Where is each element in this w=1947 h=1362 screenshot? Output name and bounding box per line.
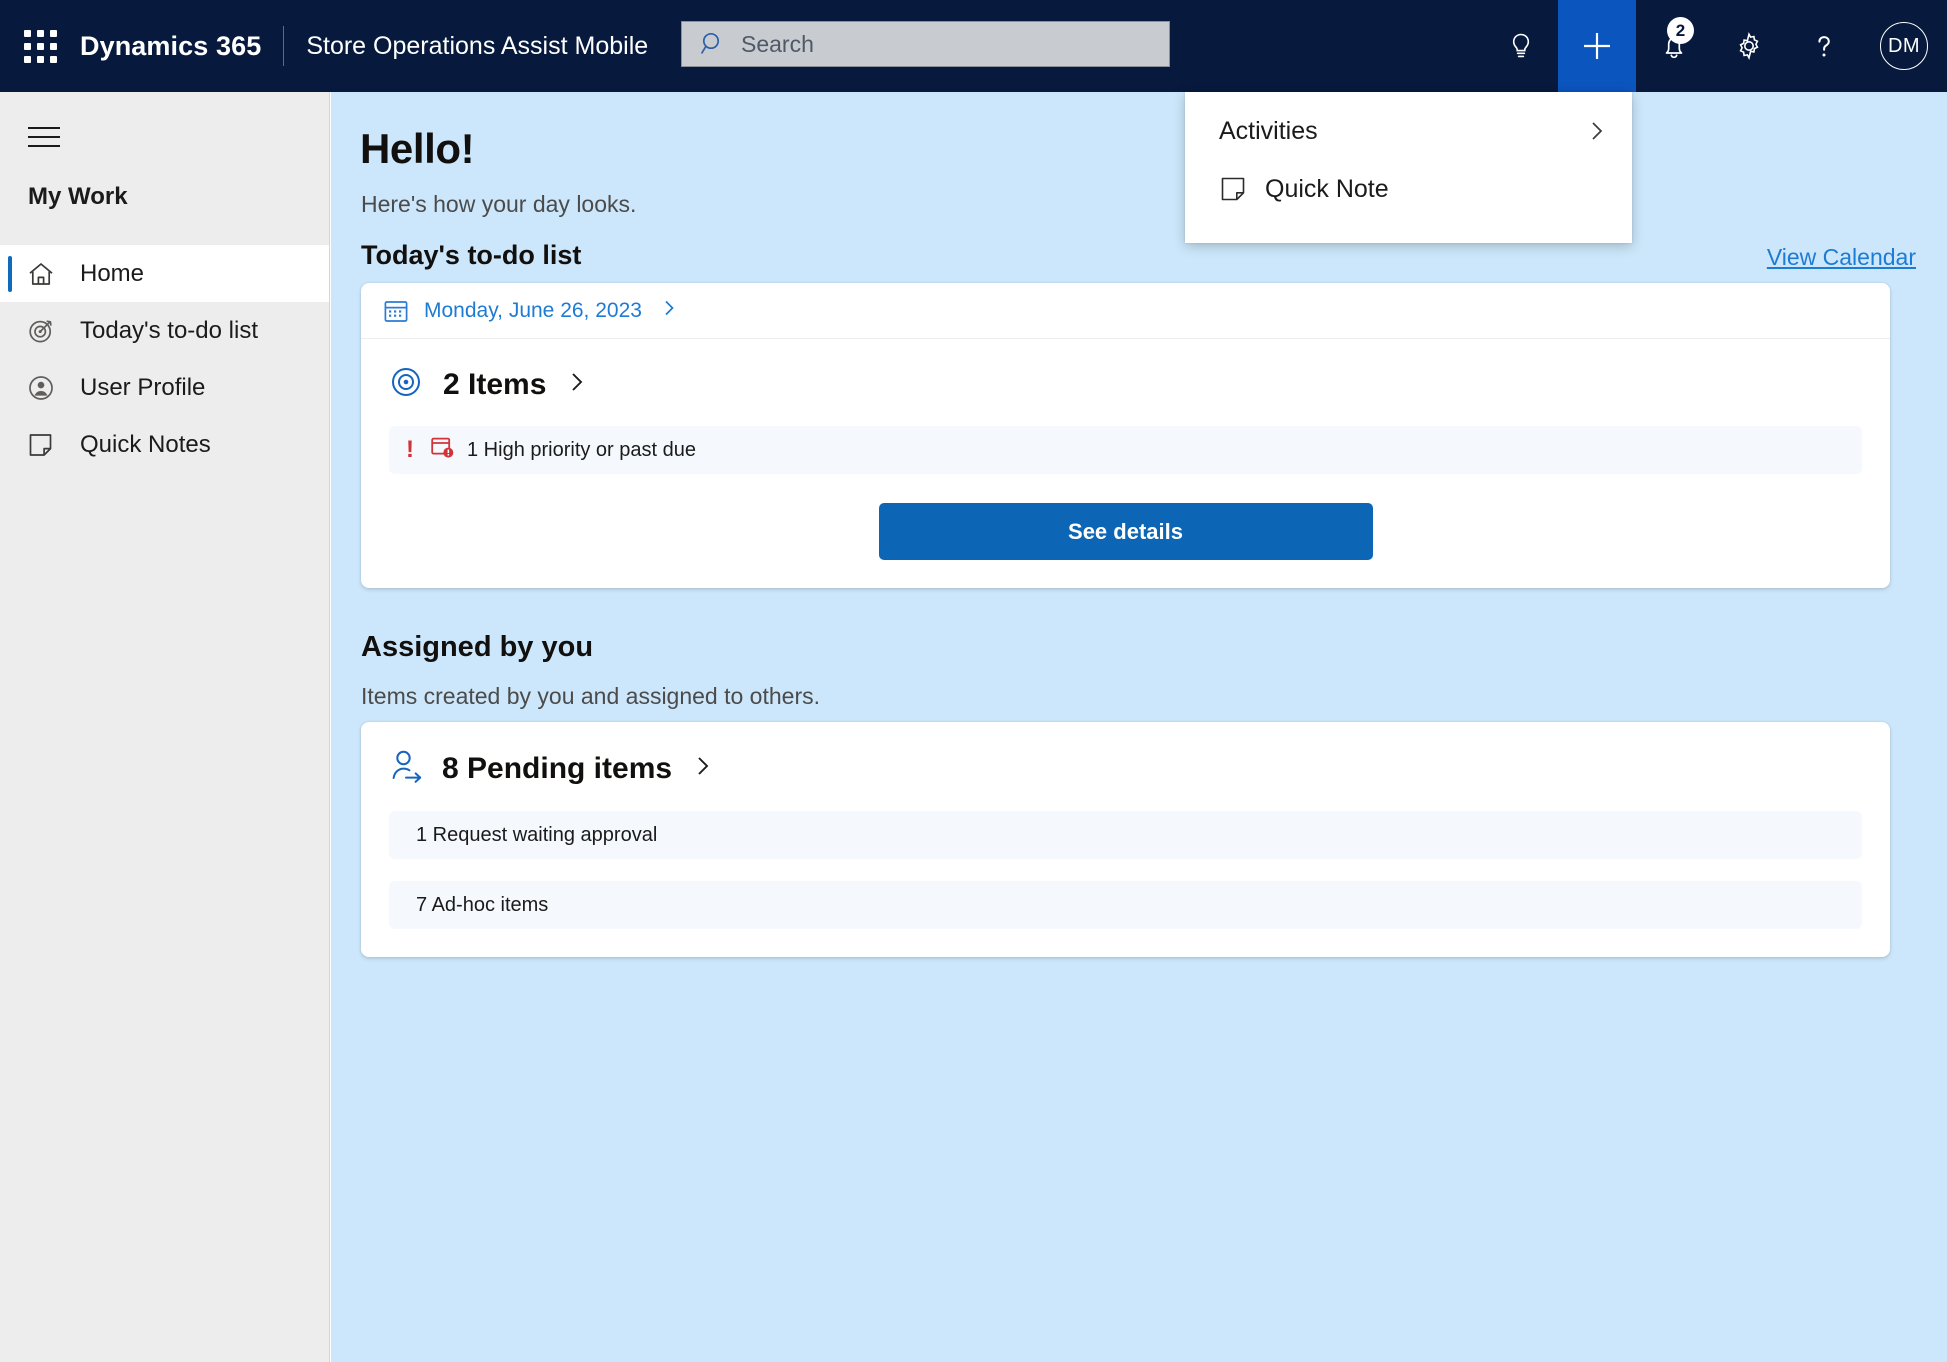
plus-icon bbox=[1584, 33, 1610, 59]
sidebar-item-label: User Profile bbox=[80, 373, 206, 401]
chevron-right-icon bbox=[692, 755, 714, 782]
assigned-card-body: 8 Pending items 1 Request waiting approv… bbox=[361, 722, 1890, 957]
search-input[interactable]: Search bbox=[681, 21, 1170, 67]
user-circle-icon bbox=[26, 373, 74, 403]
todo-card-body: 2 Items ! 1 High priority or past due Se… bbox=[361, 339, 1890, 588]
home-icon bbox=[26, 259, 74, 289]
calendar-icon bbox=[384, 300, 408, 322]
user-avatar-button[interactable]: DM bbox=[1861, 0, 1947, 92]
search-placeholder-text: Search bbox=[741, 30, 814, 57]
note-icon bbox=[1219, 175, 1265, 203]
main-content: Hello! Here's how your day looks. Today'… bbox=[331, 92, 1947, 1362]
flyout-item-quick-note[interactable]: Quick Note bbox=[1185, 160, 1632, 218]
sidebar-item-todays-to-do-list[interactable]: Today's to-do list bbox=[0, 302, 329, 359]
exclamation-icon: ! bbox=[406, 436, 414, 463]
high-priority-label: 1 High priority or past due bbox=[467, 438, 697, 461]
assigned-row-tile[interactable]: 1 Request waiting approval bbox=[389, 811, 1862, 859]
person-arrow-icon bbox=[389, 748, 425, 789]
todo-section-title: Today's to-do list bbox=[361, 240, 582, 270]
assigned-card: 8 Pending items 1 Request waiting approv… bbox=[361, 722, 1890, 957]
assigned-section-title: Assigned by you bbox=[361, 631, 594, 663]
see-details-button[interactable]: See details bbox=[878, 503, 1373, 560]
date-selector[interactable]: Monday, June 26, 2023 bbox=[361, 283, 1890, 339]
tips-button[interactable] bbox=[1483, 0, 1558, 92]
assigned-row-label: 7 Ad-hoc items bbox=[416, 893, 549, 916]
assigned-section-subtitle: Items created by you and assigned to oth… bbox=[361, 683, 820, 709]
chevron-right-icon bbox=[1592, 122, 1603, 140]
lightbulb-icon bbox=[1512, 33, 1529, 58]
notifications-button[interactable]: 2 bbox=[1636, 0, 1711, 92]
hamburger-icon-bar bbox=[28, 126, 60, 130]
top-command-bar: Dynamics 365 Store Operations Assist Mob… bbox=[0, 0, 1947, 92]
target-icon bbox=[389, 365, 423, 404]
todo-section-header: Today's to-do list View Calendar bbox=[361, 240, 1916, 271]
high-priority-tile[interactable]: ! 1 High priority or past due bbox=[389, 426, 1862, 474]
notification-badge: 2 bbox=[1667, 17, 1694, 44]
items-count-label: 2 Items bbox=[443, 367, 547, 401]
selected-date-label: Monday, June 26, 2023 bbox=[424, 298, 642, 322]
hamburger-icon-bar bbox=[28, 135, 60, 139]
target-icon bbox=[26, 316, 74, 346]
help-button[interactable] bbox=[1786, 0, 1861, 92]
sidebar-item-quick-notes[interactable]: Quick Notes bbox=[0, 416, 329, 473]
assigned-row-tile[interactable]: 7 Ad-hoc items bbox=[389, 881, 1862, 929]
flyout-item-activities[interactable]: Activities bbox=[1185, 102, 1632, 160]
sidebar-item-label: Home bbox=[80, 259, 145, 287]
sidebar-nav: Home Today's to-do list User Profile Qui… bbox=[0, 245, 329, 473]
search-icon bbox=[700, 32, 720, 54]
flyout-item-label: Quick Note bbox=[1265, 174, 1389, 203]
sidebar-item-label: Today's to-do list bbox=[80, 316, 258, 344]
hamburger-icon-bar bbox=[28, 144, 60, 148]
app-name-title[interactable]: Store Operations Assist Mobile bbox=[306, 32, 648, 61]
past-due-calendar-icon bbox=[430, 435, 454, 465]
items-count-row[interactable]: 2 Items bbox=[389, 365, 1862, 404]
sidebar: My Work Home Today's to-do list User Pro… bbox=[0, 92, 330, 1362]
note-icon bbox=[26, 430, 74, 460]
gear-icon bbox=[1739, 32, 1758, 60]
sidebar-group-title: My Work bbox=[28, 183, 128, 210]
page-subtitle: Here's how your day looks. bbox=[361, 191, 637, 217]
waffle-icon bbox=[23, 29, 57, 63]
top-bar-actions: 2 DM bbox=[1483, 0, 1947, 92]
settings-button[interactable] bbox=[1711, 0, 1786, 92]
todo-card: Monday, June 26, 2023 2 Items ! 1 High p… bbox=[361, 283, 1890, 588]
view-calendar-link[interactable]: View Calendar bbox=[1767, 244, 1916, 271]
pending-items-row[interactable]: 8 Pending items bbox=[389, 748, 1862, 789]
sidebar-item-home[interactable]: Home bbox=[0, 245, 329, 302]
chevron-right-icon bbox=[566, 371, 588, 398]
sidebar-item-user-profile[interactable]: User Profile bbox=[0, 359, 329, 416]
chevron-right-icon bbox=[660, 299, 678, 322]
quick-create-button[interactable] bbox=[1558, 0, 1636, 92]
question-mark-icon bbox=[1817, 36, 1830, 57]
app-launcher-button[interactable] bbox=[12, 0, 68, 92]
brand-title[interactable]: Dynamics 365 bbox=[80, 31, 261, 62]
sidebar-toggle-button[interactable] bbox=[12, 105, 76, 169]
flyout-item-label: Activities bbox=[1219, 116, 1318, 145]
search-container: Search bbox=[681, 21, 1170, 67]
pending-items-label: 8 Pending items bbox=[442, 751, 673, 785]
quick-create-flyout-menu: Activities Quick Note bbox=[1185, 92, 1632, 243]
avatar: DM bbox=[1880, 22, 1928, 70]
brand-divider bbox=[283, 26, 285, 66]
app-root: Dynamics 365 Store Operations Assist Mob… bbox=[0, 0, 1947, 1362]
page-title: Hello! bbox=[360, 125, 475, 172]
assigned-row-label: 1 Request waiting approval bbox=[416, 823, 658, 846]
sidebar-item-label: Quick Notes bbox=[80, 430, 211, 458]
